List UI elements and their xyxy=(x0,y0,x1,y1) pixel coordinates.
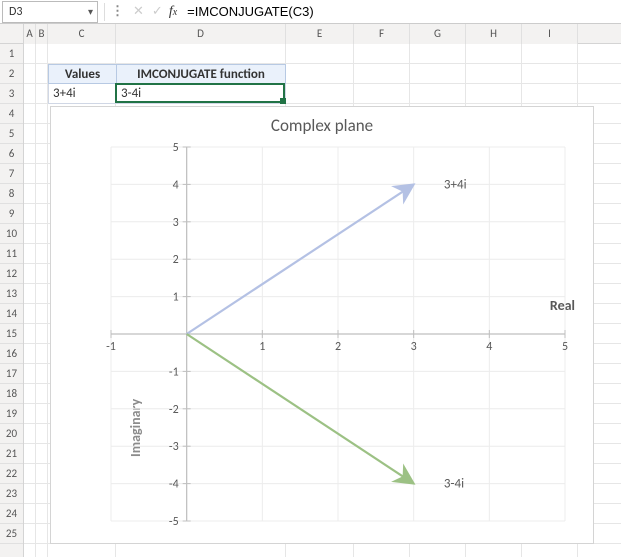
svg-text:-1: -1 xyxy=(169,365,179,379)
row-headers: 1234567891011121314151617181920212223242… xyxy=(0,24,24,557)
fx-icon[interactable]: fx xyxy=(167,4,183,20)
chart[interactable]: Complex plane Real Imaginary -112345-5-4… xyxy=(50,106,594,544)
svg-text:2: 2 xyxy=(335,340,341,354)
col-header[interactable]: D xyxy=(116,24,286,44)
name-box[interactable]: D3 ▾ xyxy=(2,1,98,23)
formula-input[interactable] xyxy=(183,1,621,23)
spreadsheet-grid: 1234567891011121314151617181920212223242… xyxy=(0,24,621,557)
row-header[interactable]: 18 xyxy=(0,384,23,404)
gridline xyxy=(47,44,48,557)
row-header[interactable]: 3 xyxy=(0,84,23,104)
col-header[interactable]: A xyxy=(24,24,36,44)
col-header[interactable]: C xyxy=(48,24,116,44)
row-header[interactable]: 2 xyxy=(0,64,23,84)
col-header[interactable]: B xyxy=(36,24,48,44)
cancel-icon[interactable]: ✕ xyxy=(129,4,148,19)
row-header[interactable]: 1 xyxy=(0,44,23,64)
svg-text:-5: -5 xyxy=(169,515,179,529)
row-header[interactable]: 24 xyxy=(0,504,23,524)
accept-icon[interactable]: ✓ xyxy=(148,4,167,19)
column-headers: ABCDEFGHI xyxy=(24,24,621,44)
cell-result[interactable]: 3-4i xyxy=(116,84,286,104)
row-header[interactable]: 13 xyxy=(0,284,23,304)
svg-text:-2: -2 xyxy=(169,403,179,417)
svg-text:1: 1 xyxy=(173,291,179,305)
chart-plot: -1 1 2 3 4 5 -5 -4 -3 -2 -1 1 2 3 4 5 3+4i 3-4i xyxy=(51,107,595,545)
row-header[interactable]: 14 xyxy=(0,304,23,324)
table-header-func: IMCONJUGATE function xyxy=(116,64,286,84)
row-header[interactable]: 21 xyxy=(0,444,23,464)
gridline xyxy=(35,44,36,557)
row-header[interactable]: 19 xyxy=(0,404,23,424)
row-header[interactable]: 16 xyxy=(0,344,23,364)
row-header[interactable]: 9 xyxy=(0,204,23,224)
vector-label: 3+4i xyxy=(444,177,467,192)
row-header[interactable]: 10 xyxy=(0,224,23,244)
separator xyxy=(104,3,105,21)
row-header[interactable]: 15 xyxy=(0,324,23,344)
svg-text:4: 4 xyxy=(173,178,179,192)
chevron-down-icon[interactable]: ▾ xyxy=(88,5,93,18)
row-header[interactable]: 25 xyxy=(0,524,23,544)
col-header[interactable]: G xyxy=(410,24,466,44)
row-header[interactable]: 6 xyxy=(0,144,23,164)
svg-text:5: 5 xyxy=(173,141,179,155)
row-header[interactable]: 17 xyxy=(0,364,23,384)
col-header[interactable]: F xyxy=(354,24,410,44)
col-header[interactable]: H xyxy=(466,24,522,44)
row-header[interactable]: 5 xyxy=(0,124,23,144)
row-header[interactable]: 11 xyxy=(0,244,23,264)
row-header[interactable]: 22 xyxy=(0,464,23,484)
svg-text:3: 3 xyxy=(411,340,417,354)
vector-label: 3-4i xyxy=(444,477,464,492)
row-header[interactable]: 4 xyxy=(0,104,23,124)
svg-text:2: 2 xyxy=(173,253,179,267)
cells-area[interactable]: ABCDEFGHI ValuesIMCONJUGATE function3+4i… xyxy=(24,24,621,557)
formula-bar: D3 ▾ ⋮ ✕ ✓ fx xyxy=(0,0,621,24)
row-header[interactable]: 8 xyxy=(0,184,23,204)
table-header-values: Values xyxy=(48,64,116,84)
name-box-value: D3 xyxy=(9,5,22,19)
select-all-corner[interactable] xyxy=(0,24,23,44)
cell-input[interactable]: 3+4i xyxy=(48,84,116,104)
svg-text:3: 3 xyxy=(173,216,179,230)
svg-text:-1: -1 xyxy=(106,340,116,354)
col-header[interactable]: E xyxy=(286,24,354,44)
row-header[interactable]: 12 xyxy=(0,264,23,284)
row-header[interactable]: 7 xyxy=(0,164,23,184)
more-icon[interactable]: ⋮ xyxy=(107,4,129,19)
row-header[interactable]: 20 xyxy=(0,424,23,444)
row-header[interactable]: 23 xyxy=(0,484,23,504)
svg-text:-3: -3 xyxy=(169,440,179,454)
col-header[interactable]: I xyxy=(522,24,578,44)
svg-text:5: 5 xyxy=(562,340,568,354)
svg-text:-4: -4 xyxy=(169,478,179,492)
svg-text:1: 1 xyxy=(259,340,265,354)
svg-text:4: 4 xyxy=(486,340,492,354)
